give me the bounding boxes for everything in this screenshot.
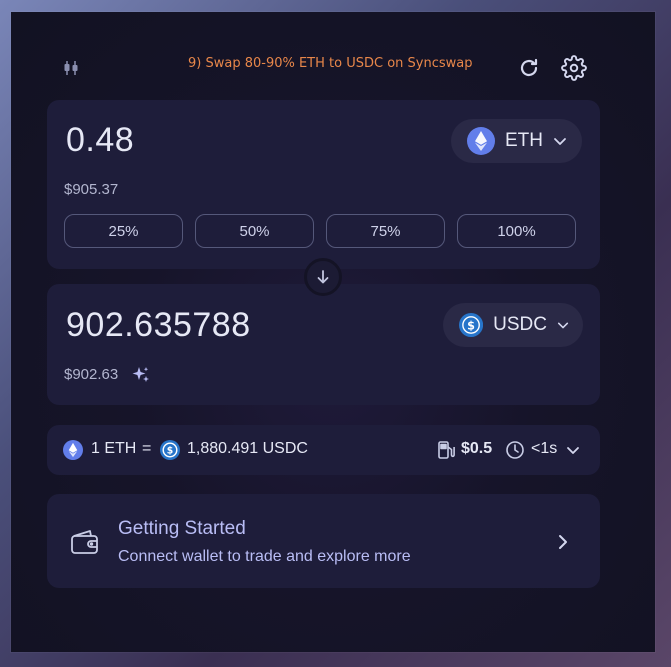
chart-candles-icon[interactable] <box>61 58 81 78</box>
getting-started-card[interactable] <box>47 494 600 588</box>
pct-100-button[interactable]: 100% <box>457 214 576 248</box>
usdc-icon: $ <box>160 440 180 465</box>
wallet-icon <box>70 528 100 561</box>
pct-75-button[interactable]: 75% <box>326 214 445 248</box>
to-amount: 902.635788 <box>66 306 251 344</box>
arrow-down-icon <box>317 270 329 284</box>
chevron-down-icon <box>557 322 569 329</box>
chevron-down-icon[interactable] <box>566 443 580 462</box>
swap-time: <1s <box>531 440 558 457</box>
gas-pump-icon <box>437 440 455 465</box>
pct-25-button[interactable]: 25% <box>64 214 183 248</box>
swap-direction-button[interactable] <box>304 258 342 296</box>
refresh-button[interactable] <box>516 55 542 81</box>
getting-started-title: Getting Started <box>118 518 246 539</box>
gas-fee: $0.5 <box>461 440 493 457</box>
to-token-label: USDC <box>493 314 547 335</box>
clock-icon <box>505 440 525 465</box>
usdc-icon: $ <box>459 312 484 338</box>
from-amount-input[interactable]: 0.48 <box>66 121 134 160</box>
chevron-right-icon[interactable] <box>555 533 571 556</box>
from-token-select[interactable]: ETH <box>451 119 582 163</box>
getting-started-subtitle: Connect wallet to trade and explore more <box>118 548 411 565</box>
rate-to: 1,880.491 USDC <box>187 440 308 457</box>
to-usd-value: $902.63 <box>64 366 119 383</box>
chevron-down-icon <box>554 138 566 145</box>
percentage-buttons: 25% 50% 75% 100% <box>64 214 576 248</box>
from-token-label: ETH <box>505 130 543 151</box>
eth-icon <box>63 440 83 465</box>
rate-from: 1 ETH <box>91 440 137 457</box>
eth-icon <box>467 127 495 155</box>
from-usd-value: $905.37 <box>64 181 119 198</box>
to-token-select[interactable]: $ USDC <box>443 303 583 347</box>
pct-50-button[interactable]: 50% <box>195 214 314 248</box>
svg-text:$: $ <box>467 319 475 332</box>
refresh-icon <box>520 58 538 77</box>
svg-text:$: $ <box>167 446 173 457</box>
rate-equals: = <box>142 440 152 457</box>
sparkle-icon <box>131 365 151 390</box>
task-note: 9) Swap 80-90% ETH to USDC on Syncswap <box>188 56 473 71</box>
gear-icon <box>561 55 587 81</box>
settings-button[interactable] <box>561 55 587 81</box>
